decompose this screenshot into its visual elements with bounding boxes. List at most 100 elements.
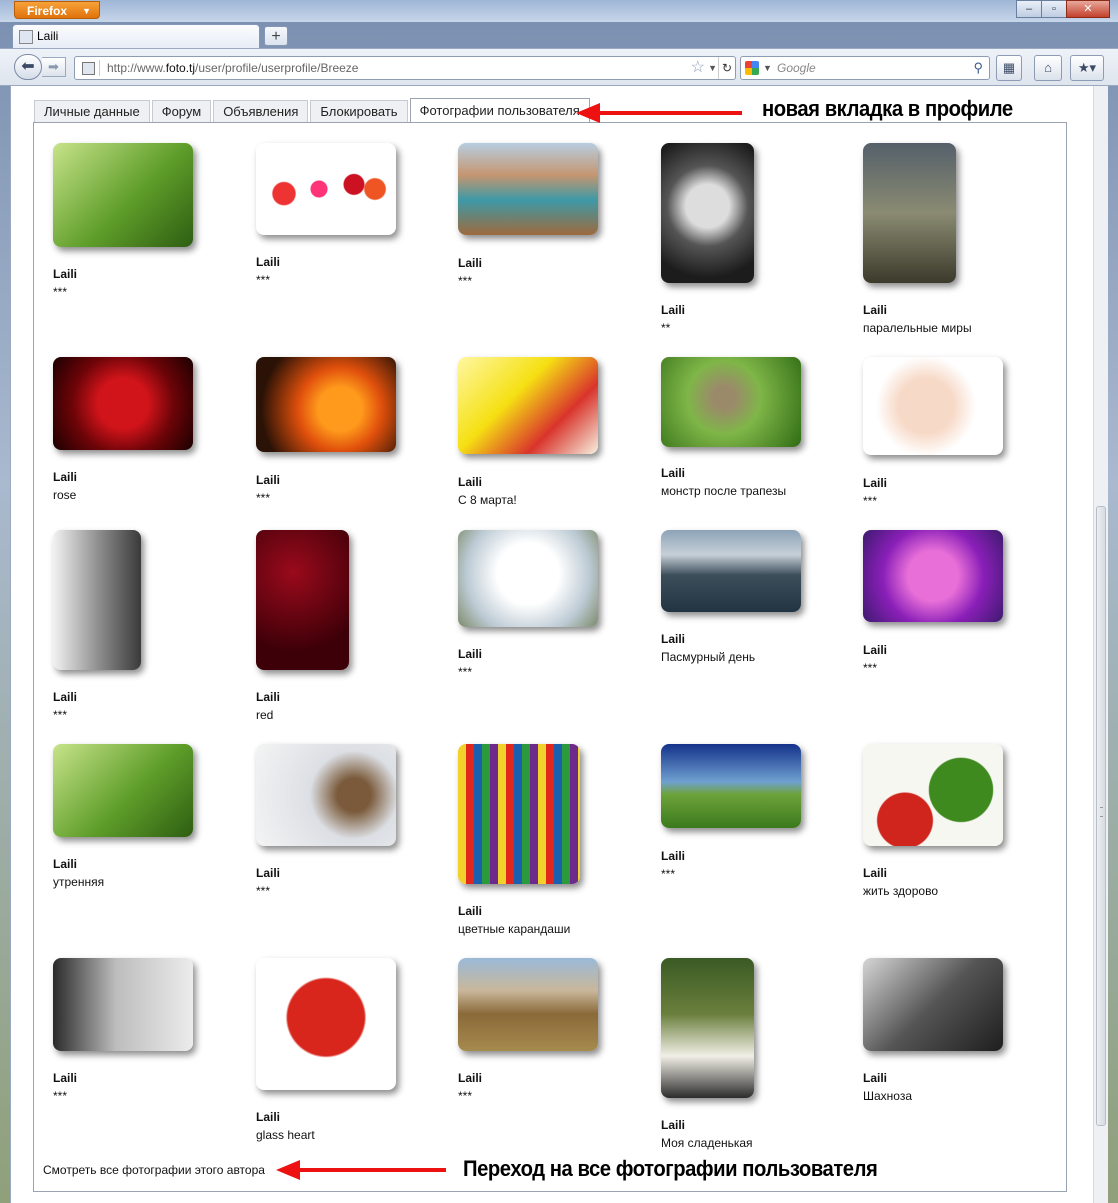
photo-author-link[interactable]: Laili — [458, 647, 482, 661]
maximize-button[interactable]: ▫ — [1041, 0, 1067, 18]
photo-thumbnail[interactable] — [661, 744, 801, 828]
close-button[interactable]: ✕ — [1066, 0, 1110, 18]
photo-author-link[interactable]: Laili — [53, 857, 77, 871]
photo-thumbnail[interactable] — [256, 530, 349, 670]
photo-author-link[interactable]: Laili — [863, 303, 887, 317]
photo-author-link[interactable]: Laili — [661, 303, 685, 317]
photo-author-link[interactable]: Laili — [256, 473, 280, 487]
search-input[interactable]: Google — [777, 57, 816, 79]
photo-thumbnail[interactable] — [256, 744, 396, 846]
photo-author-link[interactable]: Laili — [863, 643, 887, 657]
bookmarks-menu-button[interactable]: ★▾ — [1070, 55, 1104, 81]
photo-title[interactable]: ** — [661, 321, 670, 335]
photo-title[interactable]: *** — [863, 494, 877, 508]
photo-author-link[interactable]: Laili — [661, 849, 685, 863]
photo-title[interactable]: цветные карандаши — [458, 922, 570, 936]
photo-author-link[interactable]: Laili — [458, 904, 482, 918]
photo-title[interactable]: *** — [256, 273, 270, 287]
photo-thumbnail[interactable] — [53, 357, 193, 450]
photo-author-link[interactable]: Laili — [863, 866, 887, 880]
photo-author-link[interactable]: Laili — [53, 690, 77, 704]
photo-author-link[interactable]: Laili — [256, 866, 280, 880]
photo-thumbnail[interactable] — [661, 357, 801, 447]
photo-title[interactable]: паралельные миры — [863, 321, 972, 335]
photo-title[interactable]: rose — [53, 488, 76, 502]
photo-thumbnail[interactable] — [458, 958, 598, 1051]
photo-thumbnail[interactable] — [863, 357, 1003, 455]
photo-author-link[interactable]: Laili — [458, 1071, 482, 1085]
photo-title[interactable]: *** — [256, 884, 270, 898]
photo-author-link[interactable]: Laili — [256, 690, 280, 704]
reload-button[interactable]: ↻ — [718, 57, 735, 79]
photo-thumbnail[interactable] — [661, 143, 754, 283]
photo-thumbnail[interactable] — [458, 357, 598, 454]
photo-title[interactable]: red — [256, 708, 273, 722]
photo-thumbnail[interactable] — [53, 143, 193, 247]
search-engine-dropdown-icon[interactable]: ▼ — [763, 57, 772, 79]
new-tab-button[interactable]: + — [264, 26, 288, 46]
photo-title[interactable]: *** — [863, 661, 877, 675]
scrollbar-thumb[interactable] — [1096, 506, 1106, 1126]
tab-block[interactable]: Блокировать — [310, 100, 408, 122]
photo-thumbnail[interactable] — [256, 143, 396, 235]
firefox-menu-button[interactable]: Firefox ▼ — [14, 1, 100, 19]
photo-title[interactable]: *** — [53, 285, 67, 299]
back-button[interactable]: ⬅ — [14, 54, 42, 80]
all-photos-link[interactable]: Смотреть все фотографии этого автора — [43, 1163, 265, 1177]
photo-title[interactable]: *** — [661, 867, 675, 881]
photo-title[interactable]: монстр после трапезы — [661, 484, 786, 498]
photo-title[interactable]: жить здорово — [863, 884, 938, 898]
photo-title[interactable]: Моя сладенькая — [661, 1136, 753, 1150]
photo-thumbnail[interactable] — [256, 357, 396, 452]
photo-author-link[interactable]: Laili — [256, 1110, 280, 1124]
photo-title[interactable]: glass heart — [256, 1128, 315, 1142]
photo-thumbnail[interactable] — [661, 958, 754, 1098]
photo-thumbnail[interactable] — [53, 744, 193, 837]
photo-title[interactable]: утренняя — [53, 875, 104, 889]
photo-title[interactable]: *** — [256, 491, 270, 505]
photo-author-link[interactable]: Laili — [661, 1118, 685, 1132]
photo-author-link[interactable]: Laili — [661, 632, 685, 646]
tab-user-photos[interactable]: Фотографии пользователя — [409, 98, 590, 122]
photo-thumbnail[interactable] — [458, 744, 580, 884]
forward-button[interactable]: ➡ — [42, 57, 66, 77]
photo-author-link[interactable]: Laili — [53, 470, 77, 484]
photo-title[interactable]: Шахноза — [863, 1089, 912, 1103]
photo-author-link[interactable]: Laili — [661, 466, 685, 480]
address-bar[interactable]: http://www.foto.tj/user/profile/userprof… — [74, 56, 736, 80]
photo-thumbnail[interactable] — [53, 530, 141, 670]
photo-thumbnail[interactable] — [458, 530, 598, 627]
photo-title[interactable]: *** — [458, 274, 472, 288]
photo-thumbnail[interactable] — [863, 958, 1003, 1051]
tab-ads[interactable]: Объявления — [213, 100, 309, 122]
photo-title[interactable]: *** — [458, 665, 472, 679]
photo-thumbnail[interactable] — [863, 744, 1003, 846]
photo-author-link[interactable]: Laili — [256, 255, 280, 269]
photo-author-link[interactable]: Laili — [863, 1071, 887, 1085]
url-history-dropdown-icon[interactable]: ▼ — [708, 57, 717, 79]
tab-forum[interactable]: Форум — [151, 100, 212, 122]
photo-title[interactable]: *** — [458, 1089, 472, 1103]
photo-thumbnail[interactable] — [661, 530, 801, 612]
photo-author-link[interactable]: Laili — [458, 475, 482, 489]
google-engine-icon[interactable] — [745, 61, 759, 75]
site-identity-icon[interactable] — [79, 60, 100, 76]
photo-thumbnail[interactable] — [256, 958, 396, 1090]
bookmarks-toolbar-icon[interactable]: ▦ — [996, 55, 1022, 81]
photo-author-link[interactable]: Laili — [53, 267, 77, 281]
photo-title[interactable]: Пасмурный день — [661, 650, 755, 664]
home-button[interactable]: ⌂ — [1034, 55, 1062, 81]
photo-title[interactable]: *** — [53, 708, 67, 722]
photo-author-link[interactable]: Laili — [863, 476, 887, 490]
photo-thumbnail[interactable] — [863, 143, 956, 283]
photo-author-link[interactable]: Laili — [53, 1071, 77, 1085]
photo-title[interactable]: С 8 марта! — [458, 493, 517, 507]
tab-personal-data[interactable]: Личные данные — [34, 100, 150, 122]
photo-thumbnail[interactable] — [458, 143, 598, 235]
search-magnifier-icon[interactable]: ⚲ — [973, 57, 983, 79]
bookmark-star-icon[interactable]: ☆ — [691, 57, 705, 79]
photo-thumbnail[interactable] — [53, 958, 193, 1051]
vertical-scrollbar[interactable] — [1093, 86, 1108, 1203]
browser-tab[interactable]: Laili — [12, 24, 260, 48]
photo-author-link[interactable]: Laili — [458, 256, 482, 270]
